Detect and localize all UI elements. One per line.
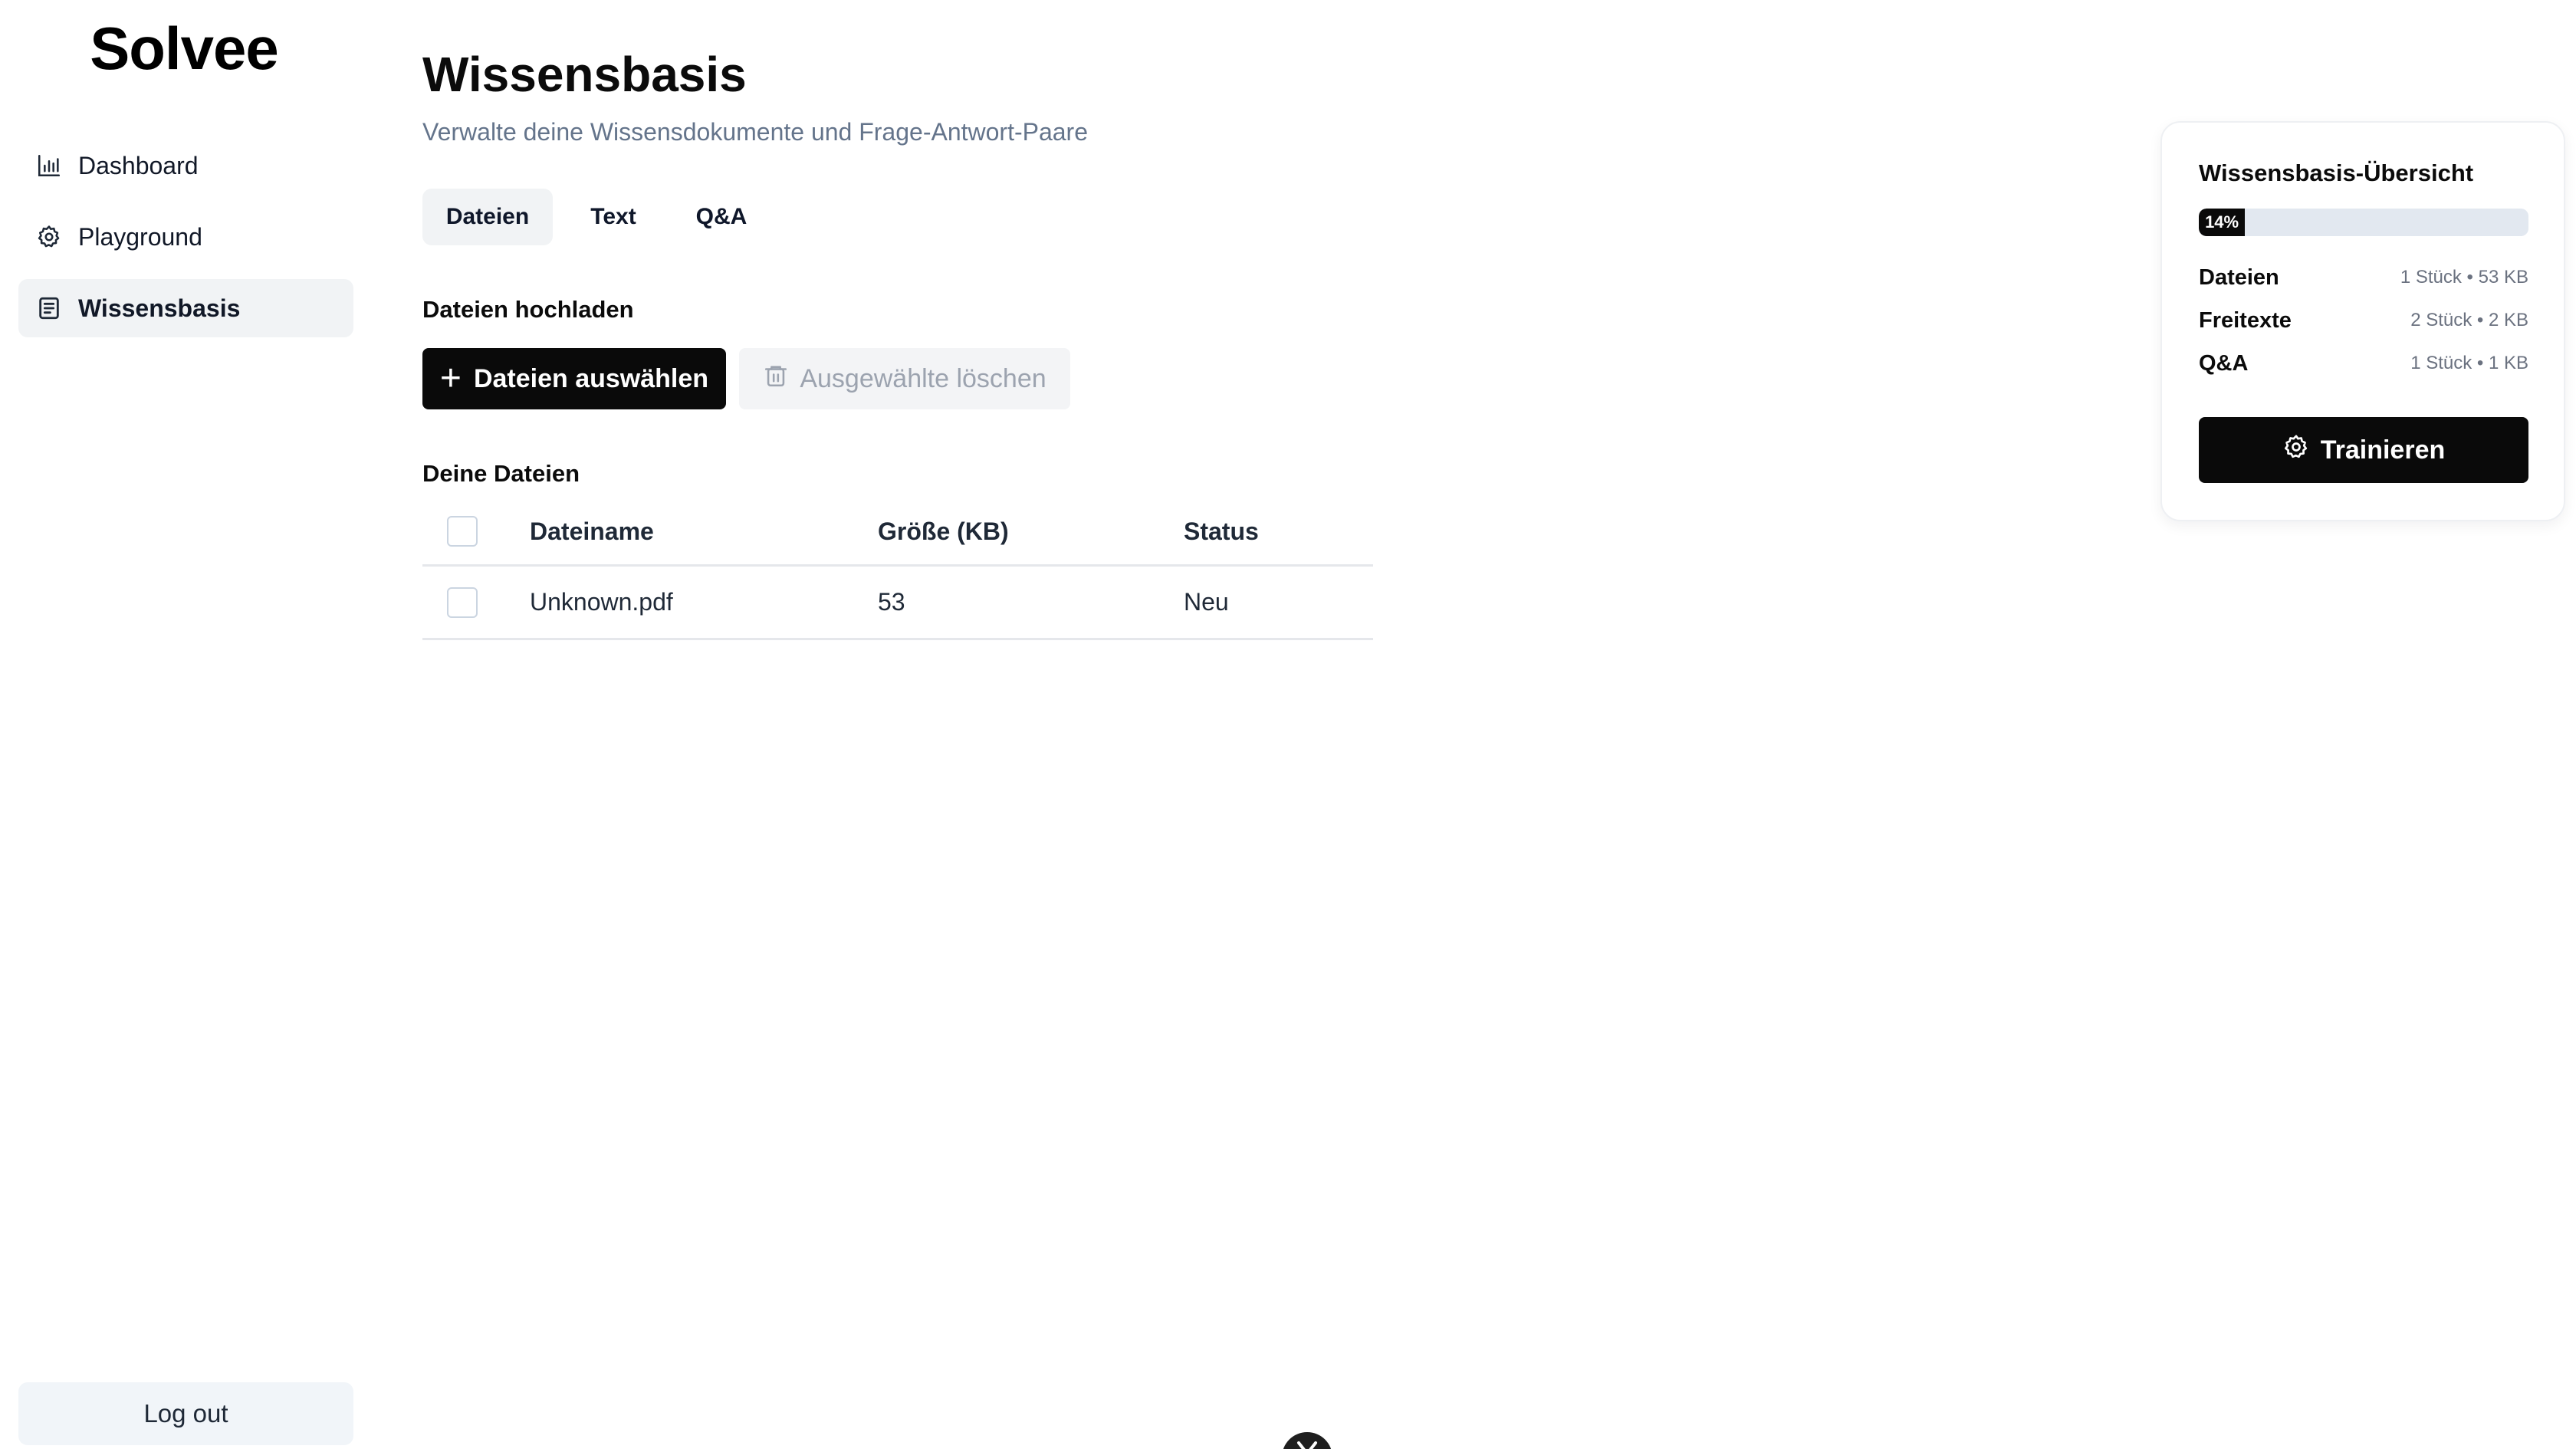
- delete-selected-button[interactable]: Ausgewählte löschen: [739, 348, 1070, 409]
- document-icon: [35, 294, 63, 322]
- file-status: Neu: [1184, 588, 1229, 616]
- stat-value: 2 Stück • 2 KB: [2410, 310, 2528, 330]
- select-files-label: Dateien auswählen: [473, 363, 709, 393]
- file-size: 53: [878, 588, 905, 616]
- stat-row-dateien: Dateien 1 Stück • 53 KB: [2199, 262, 2528, 293]
- progress-label: 14%: [2205, 212, 2239, 232]
- sidebar-item-playground[interactable]: Playground: [18, 208, 353, 266]
- column-header-size[interactable]: Größe (KB): [878, 498, 1009, 564]
- stat-label: Dateien: [2199, 264, 2279, 290]
- stat-value: 1 Stück • 1 KB: [2410, 353, 2528, 373]
- table-header-row: Dateiname Größe (KB) Status: [422, 498, 1373, 567]
- stat-row-qa: Q&A 1 Stück • 1 KB: [2199, 348, 2528, 379]
- stat-label: Q&A: [2199, 350, 2249, 376]
- app-root: Solvee Dashboard Playground Wissensbasis…: [0, 0, 2576, 1449]
- stat-value: 1 Stück • 53 KB: [2400, 267, 2528, 288]
- files-table: Dateiname Größe (KB) Status Unknown.pdf …: [422, 498, 1373, 640]
- stat-label: Freitexte: [2199, 307, 2292, 333]
- files-heading: Deine Dateien: [422, 460, 580, 487]
- overview-progress-bar: 14%: [2199, 209, 2528, 236]
- sidebar-item-dashboard[interactable]: Dashboard: [18, 136, 353, 195]
- tab-dateien[interactable]: Dateien: [422, 189, 553, 245]
- train-button[interactable]: Trainieren: [2199, 417, 2528, 483]
- trash-icon: [763, 363, 800, 396]
- sidebar: Solvee Dashboard Playground Wissensbasis…: [0, 0, 376, 1449]
- page-title: Wissensbasis: [422, 47, 747, 102]
- overview-title: Wissensbasis-Übersicht: [2199, 159, 2474, 186]
- select-all-cell: [447, 498, 478, 564]
- row-checkbox[interactable]: [447, 586, 478, 618]
- stat-row-freitexte: Freitexte 2 Stück • 2 KB: [2199, 305, 2528, 336]
- tab-qa[interactable]: Q&A: [672, 189, 771, 245]
- bar-chart-icon: [35, 152, 63, 179]
- brand-logo: Solvee: [90, 15, 278, 82]
- chevron-down-icon: [1296, 1440, 1319, 1449]
- plus-icon: +: [439, 358, 462, 399]
- column-header-filename[interactable]: Dateiname: [530, 498, 654, 564]
- delete-selected-label: Ausgewählte löschen: [800, 363, 1046, 393]
- select-files-button[interactable]: + Dateien auswählen: [422, 348, 726, 409]
- row-select-cell: [447, 567, 478, 638]
- sidebar-item-label: Wissensbasis: [78, 294, 241, 322]
- logout-button[interactable]: Log out: [18, 1382, 353, 1445]
- sidebar-item-label: Playground: [78, 222, 202, 251]
- sidebar-item-wissensbasis[interactable]: Wissensbasis: [18, 279, 353, 337]
- train-button-label: Trainieren: [2320, 435, 2446, 465]
- tab-text[interactable]: Text: [569, 189, 658, 245]
- upload-heading: Dateien hochladen: [422, 296, 634, 323]
- overview-panel: Wissensbasis-Übersicht 14% Dateien 1 Stü…: [2160, 121, 2565, 521]
- progress-fill: 14%: [2199, 209, 2246, 236]
- floating-toggle-button[interactable]: [1282, 1432, 1332, 1449]
- column-header-status[interactable]: Status: [1184, 498, 1259, 564]
- file-name: Unknown.pdf: [530, 588, 673, 616]
- gear-icon: [35, 223, 63, 251]
- sidebar-item-label: Dashboard: [78, 151, 199, 179]
- select-all-checkbox[interactable]: [447, 516, 478, 547]
- gear-icon: [2282, 433, 2321, 468]
- table-row[interactable]: Unknown.pdf 53 Neu: [422, 567, 1373, 640]
- page-subtitle: Verwalte deine Wissensdokumente und Frag…: [422, 118, 1088, 146]
